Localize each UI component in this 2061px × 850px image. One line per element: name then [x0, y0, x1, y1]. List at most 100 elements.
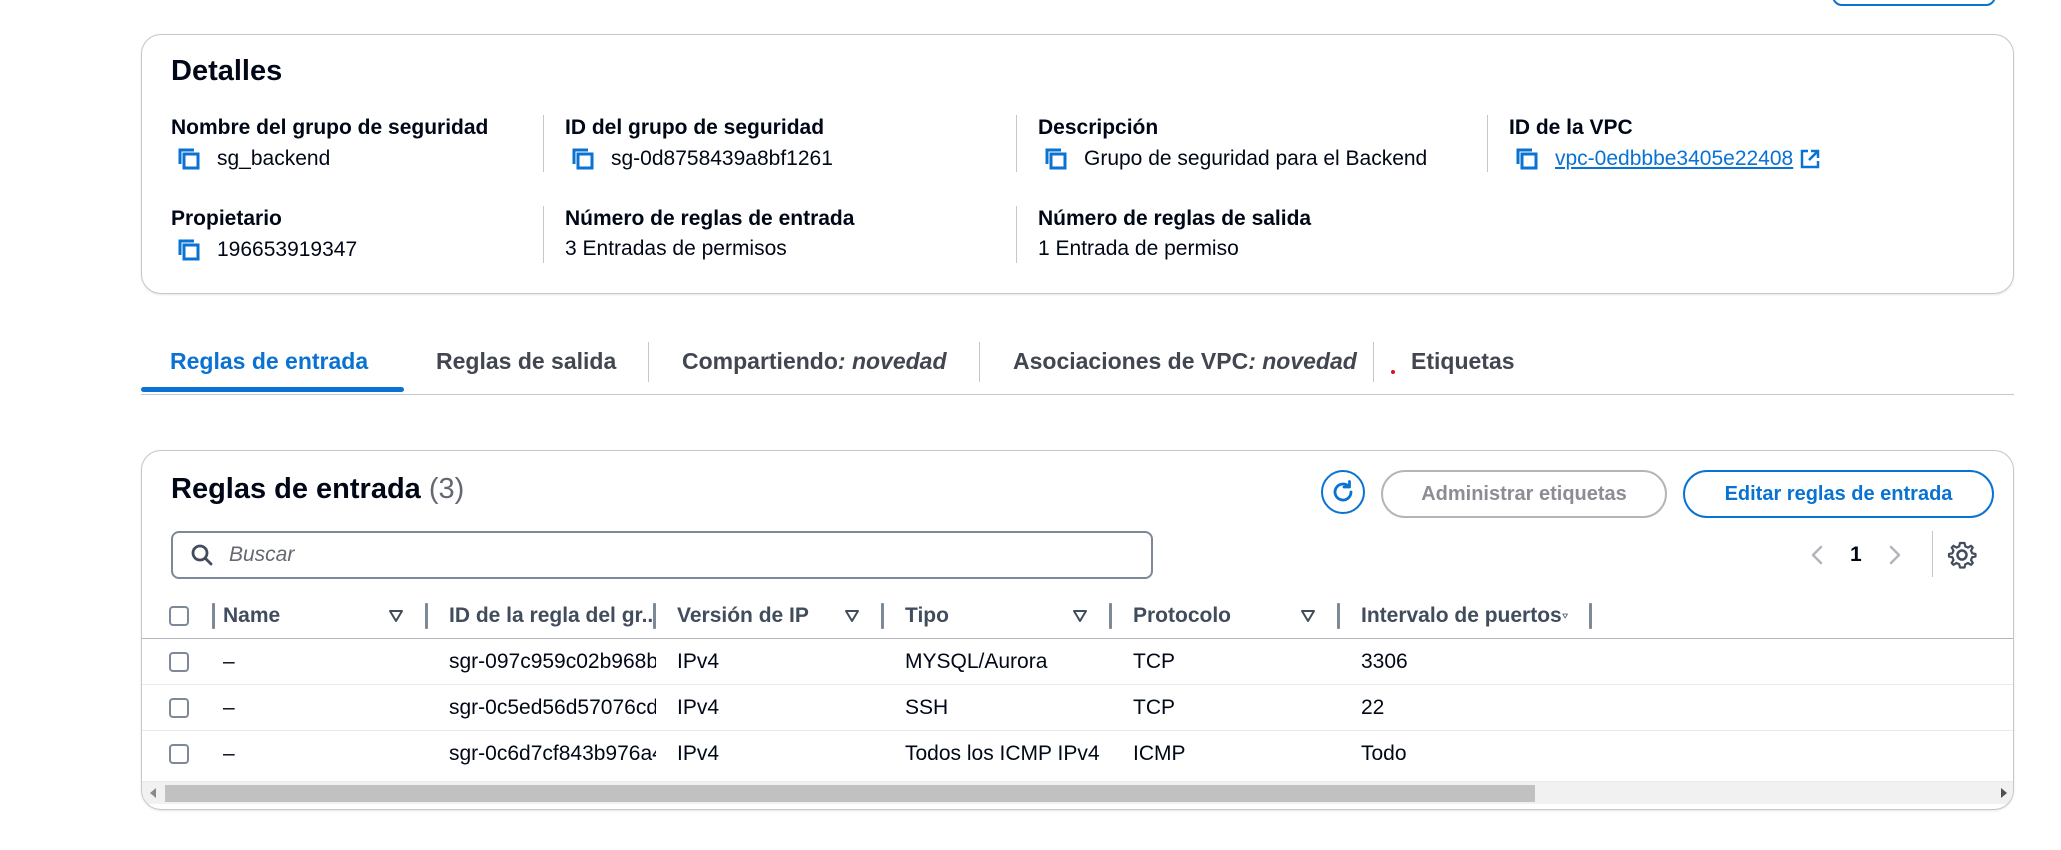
sg-id-label: ID del grupo de seguridad: [565, 116, 825, 139]
copy-icon[interactable]: [1042, 145, 1070, 173]
chevron-left-icon[interactable]: [1806, 543, 1830, 567]
manage-tags-button[interactable]: Administrar etiquetas: [1381, 470, 1667, 518]
outbound-count-value: 1 Entrada de permiso: [1038, 237, 1239, 260]
table-row[interactable]: – sgr-0c5ed56d57076cd74 IPv4 SSH TCP 22: [142, 684, 2013, 731]
column-header-rule-id[interactable]: ID de la regla del gr...: [428, 593, 656, 639]
copy-icon[interactable]: [175, 236, 203, 264]
column-header-name[interactable]: Name: [223, 593, 428, 639]
copy-icon[interactable]: [175, 145, 203, 173]
cell-type: SSH: [884, 684, 1112, 731]
column-header-ip-version[interactable]: Versión de IP: [656, 593, 884, 639]
column-header-label: ID de la regla del gr...: [449, 603, 656, 627]
top-action-button-edge[interactable]: [1832, 0, 1996, 6]
owner-label: Propietario: [171, 207, 282, 230]
copy-icon[interactable]: [569, 145, 597, 173]
row-checkbox[interactable]: [169, 743, 189, 764]
tab-new-badge: : novedad: [1248, 347, 1357, 374]
inbound-rules-panel: Reglas de entrada (3) Administrar etique…: [141, 450, 2014, 810]
table-row[interactable]: – sgr-0c6d7cf843b976a46 IPv4 Todos los I…: [142, 731, 2013, 777]
tab-divider: [979, 342, 980, 382]
description-value: Grupo de seguridad para el Backend: [1084, 147, 1428, 170]
column-header-label: Tipo: [905, 603, 949, 627]
cell-port-range: Todo: [1361, 741, 1407, 765]
red-marker-dot: [1391, 370, 1395, 374]
cell-ip-version: IPv4: [656, 684, 884, 731]
tab-new-badge: : novedad: [837, 347, 947, 374]
select-all-cell: [142, 593, 223, 639]
cell-protocol: TCP: [1112, 684, 1340, 731]
divider: [543, 206, 544, 263]
search-icon: [191, 544, 213, 566]
owner-value: 196653919347: [217, 238, 358, 261]
row-select-cell: [142, 638, 223, 685]
edit-inbound-rules-button[interactable]: Editar reglas de entrada: [1683, 470, 1994, 518]
owner-field: Propietario 196653919347: [171, 206, 357, 264]
cell-name: –: [223, 638, 428, 685]
column-resizer[interactable]: [1589, 603, 1592, 629]
select-all-checkbox[interactable]: [169, 605, 189, 626]
cell-type: MYSQL/Aurora: [884, 638, 1112, 685]
column-header-port-range[interactable]: Intervalo de puertos: [1340, 593, 2013, 639]
chevron-right-icon[interactable]: [1882, 543, 1906, 567]
divider: [543, 115, 544, 172]
cell-ip-version: IPv4: [677, 741, 720, 765]
sort-icon: [389, 609, 403, 622]
row-select-cell: [142, 684, 223, 731]
cell-type: Todos los ICMP IPv4: [905, 741, 1100, 765]
scrollbar-thumb[interactable]: [165, 785, 1535, 802]
tab-label: Reglas de salida: [436, 347, 617, 374]
table-row[interactable]: – sgr-097c959c02b968ba3 IPv4 MYSQL/Auror…: [142, 638, 2013, 685]
refresh-icon: [1333, 480, 1353, 502]
column-header-protocol[interactable]: Protocolo: [1112, 593, 1340, 639]
pagination-divider: [1932, 531, 1933, 577]
inbound-count-field: Número de reglas de entrada 3 Entradas d…: [565, 206, 854, 262]
column-header-type[interactable]: Tipo: [884, 593, 1112, 639]
settings-gear-icon[interactable]: [1947, 540, 1977, 570]
inbound-rules-title-text: Reglas de entrada: [171, 473, 421, 505]
tab-label: Compartiendo: [682, 347, 838, 374]
refresh-button[interactable]: [1321, 470, 1365, 514]
scroll-left-arrow[interactable]: [150, 788, 156, 798]
column-header-label: Protocolo: [1133, 603, 1231, 627]
vpc-id-value: vpc-0edbbbe3405e22408: [1555, 147, 1794, 170]
inbound-rules-count: (3): [428, 473, 465, 505]
cell-rule-id: sgr-0c5ed56d57076cd74: [428, 684, 656, 731]
cell-name: –: [223, 741, 235, 765]
pagination: 1: [1806, 535, 1906, 575]
sort-icon: [1073, 609, 1087, 622]
scroll-right-arrow[interactable]: [2001, 788, 2007, 798]
active-tab-indicator: [141, 387, 404, 392]
inbound-rules-table: Name ID de la regla del gr... Versión de…: [142, 593, 2013, 777]
cell-ip-version: IPv4: [656, 638, 884, 685]
sort-icon: [1301, 609, 1315, 622]
search-input[interactable]: [227, 542, 1131, 568]
divider: [1016, 115, 1017, 172]
tab-bar: Reglas de entrada Reglas de salida Compa…: [141, 336, 2014, 395]
copy-icon[interactable]: [1513, 145, 1541, 173]
column-header-label: Name: [223, 603, 281, 627]
external-link-icon: [1800, 150, 1820, 169]
tab-inbound-rules[interactable]: Reglas de entrada: [170, 336, 368, 386]
tab-tags[interactable]: Etiquetas: [1411, 336, 1515, 386]
row-checkbox[interactable]: [169, 697, 189, 718]
cell-name: –: [223, 684, 428, 731]
sort-icon: [845, 609, 859, 622]
cell-protocol: TCP: [1112, 638, 1340, 685]
inbound-rules-title: Reglas de entrada (3): [171, 473, 464, 506]
current-page-number[interactable]: 1: [1850, 543, 1862, 567]
cell-protocol: ICMP: [1133, 741, 1186, 765]
tab-vpc-associations[interactable]: Asociaciones de VPC : novedad: [1013, 336, 1357, 386]
vpc-id-link[interactable]: vpc-0edbbbe3405e22408: [1555, 146, 1821, 172]
row-checkbox[interactable]: [169, 651, 189, 672]
cell-port-range: 3306: [1340, 638, 2013, 685]
inbound-count-label: Número de reglas de entrada: [565, 207, 855, 230]
horizontal-scrollbar[interactable]: [142, 781, 2013, 804]
tab-sharing[interactable]: Compartiendo : novedad: [682, 336, 947, 386]
column-resizer[interactable]: [212, 603, 215, 629]
outbound-count-label: Número de reglas de salida: [1038, 207, 1312, 230]
vpc-id-field: ID de la VPC vpc-0edbbbe3405e22408: [1509, 115, 1821, 173]
details-title: Detalles: [171, 55, 283, 87]
tab-outbound-rules[interactable]: Reglas de salida: [436, 336, 616, 386]
table-header-row: Name ID de la regla del gr... Versión de…: [142, 593, 2013, 639]
divider: [1016, 206, 1017, 263]
